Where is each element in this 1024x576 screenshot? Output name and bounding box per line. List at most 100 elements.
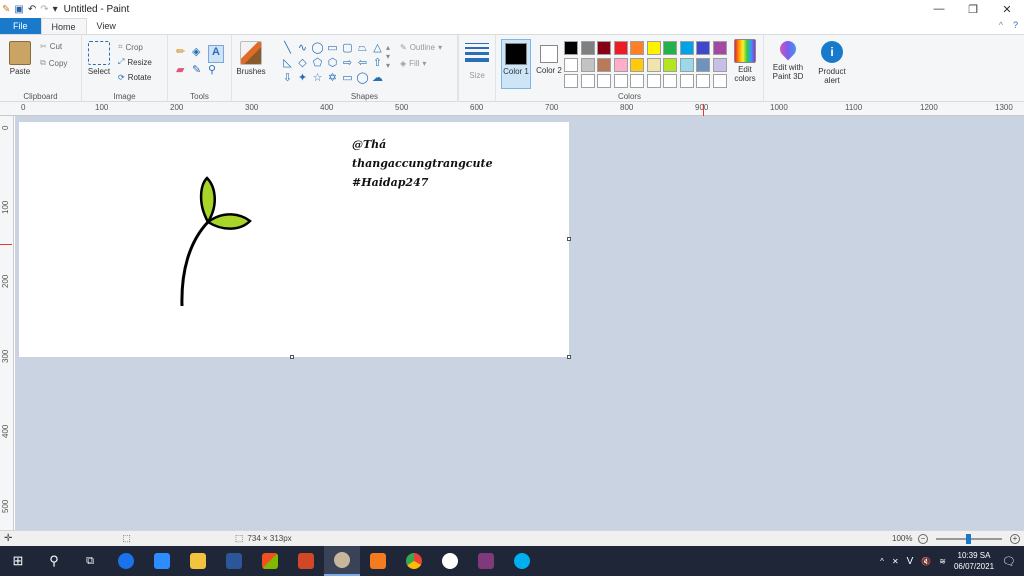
search-icon[interactable]: ⚲ [36,546,72,576]
help-icon[interactable]: ? [1013,20,1018,30]
wifi-icon[interactable]: ≋ [939,557,946,566]
restore-button[interactable]: ❐ [956,0,990,18]
oval-shape-icon[interactable]: ◯ [310,41,325,56]
zoom-in-button[interactable]: + [1010,533,1020,544]
four-point-star-shape-icon[interactable]: ✦ [295,71,310,86]
resize-handle-right[interactable] [567,237,571,241]
cloud-callout-shape-icon[interactable]: ☁ [370,71,385,86]
zoom-out-button[interactable]: − [918,533,928,544]
colors-group-label: Colors [617,92,642,101]
edit-with-paint3d-button[interactable]: Edit with Paint 3D [768,37,808,81]
up-arrow-shape-icon[interactable]: ⇧ [370,56,385,71]
zoom-app-icon[interactable] [144,546,180,576]
fill-button[interactable]: ◈ Fill ▾ [400,59,426,68]
paint-app-icon[interactable]: ✎ [2,4,10,15]
magnifier-icon[interactable]: ⚲ [208,63,224,81]
undo-icon[interactable]: ↶ [28,4,36,15]
speaker-muted-icon[interactable]: 🔇 [921,557,931,566]
resize-handle-bottom[interactable] [290,355,294,359]
language-icon[interactable]: V [907,556,914,567]
ruler-label: 400 [1,424,10,438]
line-shape-icon[interactable]: ╲ [280,41,295,56]
orange-app-icon[interactable] [360,546,396,576]
ruler-label: 300 [1,349,10,363]
brushes-button[interactable]: Brushes [234,41,268,76]
size-group [458,35,496,102]
ruler-label: 1200 [920,103,938,112]
powerpoint-app-icon[interactable] [288,546,324,576]
six-point-star-shape-icon[interactable]: ✡ [325,71,340,86]
paint-app-icon[interactable] [324,546,360,576]
fill-bucket-icon[interactable]: ◈ [192,45,208,63]
outline-button[interactable]: ✎ Outline ▾ [400,43,442,52]
image-group: Select ⌗ Crop ⤢ Resize ⟳ Rotate Image [82,35,168,102]
pencil-icon[interactable]: ✏ [176,45,192,63]
task-view-icon[interactable]: ⧉ [72,546,108,576]
five-point-star-shape-icon[interactable]: ☆ [310,71,325,86]
cut-button[interactable]: ✂ Cut [40,42,62,51]
save-icon[interactable]: ▣ [14,4,23,15]
paste-button[interactable]: Paste [6,41,34,76]
chat-app-icon[interactable] [432,546,468,576]
select-rectangle-icon [88,41,110,65]
resize-handle-corner[interactable] [567,355,571,359]
copy-button[interactable]: ⧉ Copy [40,58,67,68]
drawing-canvas[interactable]: @Thá thangaccungtrangcute #Haidap247 [19,122,569,357]
tab-file[interactable]: File [0,18,41,34]
left-arrow-shape-icon[interactable]: ⇦ [355,56,370,71]
shapes-scroll-icon[interactable]: ▴ ▾ ▾ [386,43,390,70]
select-button[interactable]: Select [86,41,112,76]
hexagon-shape-icon[interactable]: ⬡ [325,56,340,71]
product-alert-button[interactable]: i Product alert [812,41,852,85]
skype-app-icon[interactable] [504,546,540,576]
diamond-shape-icon[interactable]: ◇ [295,56,310,71]
right-triangle-shape-icon[interactable]: ◺ [280,56,295,71]
info-icon: i [821,41,843,63]
ruler-label: 100 [95,103,109,112]
tab-view[interactable]: View [87,18,126,34]
clock[interactable]: 10:39 SA 06/07/2021 [954,550,994,572]
clipboard-group-label: Clipboard [23,92,58,101]
ruler-label: 500 [1,499,10,513]
polygon-shape-icon[interactable]: ⏢ [355,41,370,56]
collapse-ribbon-icon[interactable]: ^ [999,20,1003,30]
customize-quick-access-icon[interactable]: ▾ [53,4,58,15]
redo-icon[interactable]: ↷ [40,4,48,15]
paint3d-icon [776,37,800,61]
rectangle-shape-icon[interactable]: ▭ [325,41,340,56]
close-button[interactable]: ✕ [990,0,1024,18]
resize-button[interactable]: ⤢ Resize [118,57,152,67]
minimize-button[interactable]: — [922,0,956,18]
down-arrow-shape-icon[interactable]: ⇩ [280,71,295,86]
crop-button[interactable]: ⌗ Crop [118,42,143,52]
windows-start-icon[interactable]: ⊞ [0,546,36,576]
triangle-shape-icon[interactable]: △ [370,41,385,56]
ruler-label: 1300 [995,103,1013,112]
clipboard-group: Paste ✂ Cut ⧉ Copy Clipboard [0,35,82,102]
cut-label: Cut [49,42,63,51]
eraser-icon[interactable]: ▰ [176,63,192,81]
right-arrow-shape-icon[interactable]: ⇨ [340,56,355,71]
oval-callout-shape-icon[interactable]: ◯ [355,71,370,86]
onenote-app-icon[interactable] [468,546,504,576]
rotate-button[interactable]: ⟳ Rotate [118,73,151,82]
pentagon-shape-icon[interactable]: ⬠ [310,56,325,71]
rect-callout-shape-icon[interactable]: ▭ [340,71,355,86]
tab-home[interactable]: Home [40,18,87,34]
text-tool-icon[interactable]: A [208,45,224,63]
rounded-rectangle-shape-icon[interactable]: ▢ [340,41,355,56]
word-app-icon[interactable] [216,546,252,576]
network-status-icon[interactable]: ✕ [892,557,899,566]
clock-time: 10:39 SA [957,551,991,560]
file-explorer-icon[interactable] [180,546,216,576]
store-app-icon[interactable] [252,546,288,576]
product-alert-label: Product alert [818,67,846,85]
chrome-icon[interactable] [396,546,432,576]
show-hidden-icons-icon[interactable]: ^ [880,557,884,566]
curve-shape-icon[interactable]: ∿ [295,41,310,56]
color-picker-icon[interactable]: ✎ [192,63,208,81]
zalo-app-icon[interactable] [108,546,144,576]
outline-label: Outline [409,43,436,52]
zoom-slider-thumb[interactable] [966,534,971,544]
notifications-icon[interactable]: 🗨 [1002,555,1016,568]
